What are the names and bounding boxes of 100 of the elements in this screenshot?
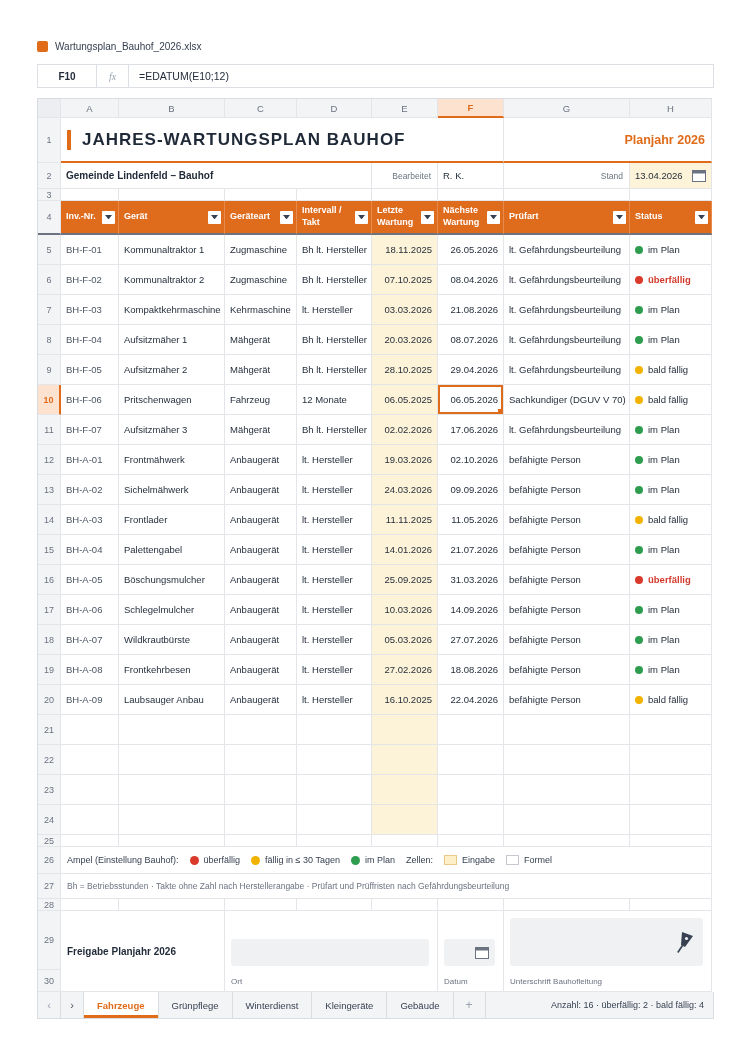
row-header[interactable]: 12 (38, 445, 61, 475)
formula-field[interactable]: =EDATUM(E10;12) (129, 65, 713, 87)
table-cell: lt. Hersteller (297, 655, 372, 685)
table-cell: Schlegelmulcher (119, 595, 225, 625)
filter-button[interactable] (280, 210, 293, 224)
table-cell: 20.03.2026 (372, 325, 438, 355)
table-cell: Wildkrautbürste (119, 625, 225, 655)
table-cell: Fahrzeug (225, 385, 297, 415)
square-icon (37, 40, 48, 52)
status-label: im Plan (648, 634, 680, 645)
plan-year: Planjahr 2026 (624, 132, 705, 147)
row-header[interactable]: 28 (38, 899, 61, 911)
filter-button[interactable] (695, 210, 708, 224)
filter-button[interactable] (487, 210, 500, 224)
row-header[interactable]: 15 (38, 535, 61, 565)
row-header[interactable]: 26 (38, 847, 61, 874)
column-header[interactable]: F (438, 99, 504, 118)
row-header[interactable]: 18 (38, 625, 61, 655)
column-header[interactable]: H (630, 99, 712, 118)
header-label: Prüfart (509, 211, 540, 223)
legend-title: Ampel (Einstellung Bauhof): (67, 855, 179, 865)
table-cell: 02.02.2026 (372, 415, 438, 445)
date-field[interactable]: 13.04.2026 (630, 163, 712, 189)
table-cell: BH-A-05 (61, 565, 119, 595)
table-cell: 24.03.2026 (372, 475, 438, 505)
table-cell: lt. Gefährdungsbeurteilung (504, 295, 630, 325)
column-header[interactable]: E (372, 99, 438, 118)
row-header[interactable]: 14 (38, 505, 61, 535)
row-header[interactable]: 8 (38, 325, 61, 355)
table-cell: lt. Gefährdungsbeurteilung (504, 355, 630, 385)
table-cell: 19.03.2026 (372, 445, 438, 475)
column-header[interactable]: C (225, 99, 297, 118)
table-cell: BH-F-04 (61, 325, 119, 355)
filter-button[interactable] (208, 210, 221, 224)
row-header[interactable]: 5 (38, 235, 61, 265)
table-cell: 21.07.2026 (438, 535, 504, 565)
row-header[interactable]: 11 (38, 415, 61, 445)
row-header[interactable]: 4 (38, 201, 61, 235)
table-cell: 31.03.2026 (438, 565, 504, 595)
row-header[interactable]: 2 (38, 163, 61, 189)
filter-button[interactable] (102, 210, 115, 224)
table-cell: Pritschenwagen (119, 385, 225, 415)
row-header[interactable]: 30 (38, 970, 61, 992)
row-header[interactable]: 1 (38, 118, 61, 163)
table-cell: 11.11.2025 (372, 505, 438, 535)
pen-nib-icon (677, 931, 693, 953)
table-cell: BH-F-06 (61, 385, 119, 415)
row-header[interactable]: 7 (38, 295, 61, 325)
table-cell: Zugmaschine (225, 265, 297, 295)
row-header[interactable]: 27 (38, 874, 61, 899)
filter-button[interactable] (355, 210, 368, 224)
table-cell: Frontlader (119, 505, 225, 535)
row-header[interactable]: 29 (38, 911, 61, 970)
table-cell: Anbaugerät (225, 655, 297, 685)
table-cell: lt. Hersteller (297, 535, 372, 565)
signature-field[interactable] (510, 918, 703, 966)
row-header[interactable]: 25 (38, 835, 61, 847)
status-label: bald fällig (648, 694, 689, 705)
table-cell: lt. Gefährdungsbeurteilung (504, 325, 630, 355)
row-header[interactable]: 19 (38, 655, 61, 685)
column-header[interactable]: G (504, 99, 630, 118)
row-header[interactable]: 3 (38, 189, 61, 201)
row-header[interactable]: 23 (38, 775, 61, 805)
row-header[interactable]: 24 (38, 805, 61, 835)
row-header[interactable]: 9 (38, 355, 61, 385)
caret-down-icon (105, 214, 112, 220)
row-header[interactable]: 20 (38, 685, 61, 715)
status-label: bald fällig (648, 394, 689, 405)
status-label: im Plan (648, 484, 680, 495)
date-field[interactable] (444, 939, 495, 966)
table-cell: BH-A-02 (61, 475, 119, 505)
caret-down-icon (490, 214, 497, 220)
table-cell: 22.04.2026 (438, 685, 504, 715)
header-label: Inv.-Nr. (66, 211, 97, 223)
table-cell: lt. Hersteller (297, 445, 372, 475)
status-label: im Plan (648, 664, 680, 675)
column-header[interactable]: D (297, 99, 372, 118)
table-cell: BH-A-07 (61, 625, 119, 655)
header-label: Geräteart (230, 211, 272, 223)
status-label: im Plan (648, 244, 680, 255)
row-header[interactable]: 16 (38, 565, 61, 595)
table-cell: 12 Monate (297, 385, 372, 415)
column-header[interactable]: A (61, 99, 119, 118)
legend-label: im Plan (364, 855, 395, 865)
filter-button[interactable] (421, 210, 434, 224)
row-header[interactable]: 17 (38, 595, 61, 625)
table-cell: 18.11.2025 (372, 235, 438, 265)
calendar-icon (692, 169, 706, 182)
row-header[interactable]: 13 (38, 475, 61, 505)
status-label: bald fällig (648, 514, 689, 525)
sheet-tab[interactable]: Fahrzeuge (84, 992, 159, 1018)
table-cell: Kommunaltraktor 1 (119, 235, 225, 265)
row-header[interactable]: 22 (38, 745, 61, 775)
filter-button[interactable] (613, 210, 626, 224)
row-header[interactable]: 21 (38, 715, 61, 745)
table-cell: Mähgerät (225, 325, 297, 355)
column-header[interactable]: B (119, 99, 225, 118)
name-box[interactable]: F10 (38, 65, 97, 87)
row-header[interactable]: 10 (38, 385, 61, 415)
row-header[interactable]: 6 (38, 265, 61, 295)
